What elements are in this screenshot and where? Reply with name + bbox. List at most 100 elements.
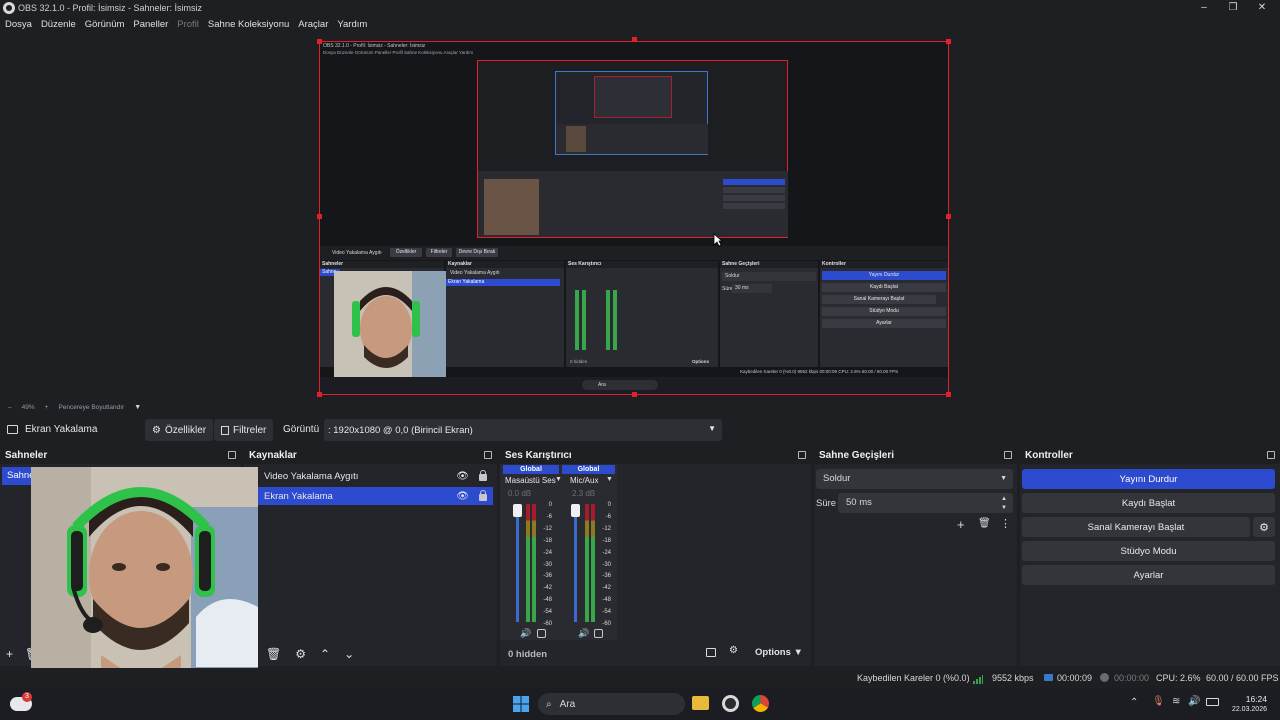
more-options-icon[interactable]: ⋮ (1000, 517, 1011, 530)
battery-icon[interactable] (1206, 698, 1219, 706)
volume-slider-track[interactable] (516, 504, 519, 622)
mute-speaker-icon[interactable]: 🔊 (520, 628, 531, 639)
chrome-icon[interactable] (752, 695, 769, 712)
maximize-button[interactable]: ❐ (1218, 0, 1248, 15)
zoom-out-button[interactable]: – (8, 404, 12, 411)
transitions-title: Sahne Geçişleri (819, 450, 895, 461)
menu-gorunum[interactable]: Görünüm (85, 19, 125, 30)
clock-date[interactable]: 22.03.2026 (1227, 706, 1267, 713)
rotate-handle[interactable] (632, 37, 637, 42)
chevron-down-icon[interactable]: ▼ (606, 476, 613, 483)
resize-handle[interactable] (946, 214, 951, 219)
source-properties-gear-icon[interactable]: ⚙ (295, 647, 306, 661)
meter-scale-tick: -42 (602, 585, 611, 592)
speaker-icon[interactable]: 🔊 (1188, 696, 1200, 707)
start-virtual-camera-button[interactable]: Sanal Kamerayı Başlat (1022, 517, 1250, 537)
channel-db: 2.3 dB (572, 489, 596, 498)
channel-name[interactable]: Masaüstü Ses (505, 476, 556, 485)
duration-spinbox[interactable]: 50 ms ▲ ▼ (838, 493, 1013, 513)
obs-taskbar-icon[interactable] (722, 695, 739, 712)
undock-icon[interactable] (798, 451, 806, 459)
chevron-down-icon[interactable]: ▼ (555, 476, 562, 483)
move-down-button[interactable]: ⌄ (344, 647, 354, 661)
volume-slider-track[interactable] (574, 504, 577, 622)
remove-source-button[interactable]: 🗑 (266, 647, 281, 661)
eye-icon[interactable]: 👁 (456, 491, 469, 502)
volume-slider-handle[interactable] (571, 504, 580, 517)
start-recording-button[interactable]: Kaydı Başlat (1022, 493, 1275, 513)
resize-handle[interactable] (632, 392, 637, 397)
transition-select[interactable]: Soldur ▼ (816, 469, 1013, 489)
chevron-up-icon[interactable]: ⌃ (1130, 697, 1138, 708)
resize-handle[interactable] (946, 39, 951, 44)
gear-icon: ⚙ (152, 424, 161, 436)
meter-scale-tick: -12 (543, 525, 552, 532)
channel-settings-icon[interactable] (594, 629, 603, 638)
menu-araclar[interactable]: Araçlar (298, 19, 328, 30)
clock-time[interactable]: 16:24 (1227, 694, 1267, 704)
menu-paneller[interactable]: Paneller (133, 19, 168, 30)
meter-scale-tick: -30 (543, 561, 552, 568)
move-up-button[interactable]: ⌃ (320, 647, 330, 661)
stop-streaming-button[interactable]: Yayını Durdur (1022, 469, 1275, 489)
channel-name[interactable]: Mic/Aux (570, 476, 598, 485)
channel-group-label: Global (562, 465, 615, 474)
mixer-advanced-gear-icon[interactable]: ⚙ (729, 645, 738, 656)
lock-icon[interactable] (479, 490, 487, 501)
volume-slider-handle[interactable] (513, 504, 522, 517)
zoom-mode[interactable]: Pencereye Boyutlandır (58, 404, 124, 411)
source-item-screen-capture[interactable]: Ekran Yakalama 👁 (244, 487, 493, 505)
minimize-button[interactable]: – (1189, 0, 1219, 15)
settings-button[interactable]: Ayarlar (1022, 565, 1275, 585)
fps-counter: 60.00 / 60.00 FPS (1206, 673, 1279, 683)
resize-handle[interactable] (946, 392, 951, 397)
menu-profil[interactable]: Profil (177, 19, 199, 30)
mixer-title: Ses Karıştırıcı (505, 450, 572, 461)
taskbar-search-input[interactable]: ⌕ Ara (538, 693, 685, 715)
source-item-video-capture[interactable]: Video Yakalama Aygıtı 👁 (244, 467, 493, 485)
meter-scale-tick: -18 (602, 537, 611, 544)
zoom-in-button[interactable]: + (45, 404, 49, 411)
mixer-layout-icon[interactable] (706, 648, 716, 657)
resize-handle[interactable] (317, 214, 322, 219)
add-transition-button[interactable]: + (957, 517, 965, 532)
meter-scale-tick: -42 (543, 585, 552, 592)
resize-handle[interactable] (317, 39, 322, 44)
streaming-icon (1044, 674, 1053, 681)
eye-icon[interactable]: 👁 (456, 471, 469, 482)
virtual-camera-gear-icon[interactable]: ⚙ (1253, 517, 1275, 537)
undock-icon[interactable] (1004, 451, 1012, 459)
resize-handle[interactable] (317, 392, 322, 397)
windows-start-icon[interactable] (513, 696, 529, 712)
audio-meter (526, 504, 530, 622)
menu-duzenle[interactable]: Düzenle (41, 19, 76, 30)
screen-capture-preview[interactable]: OBS 32.1.0 - Profil: İsimsiz - Sahneler:… (319, 41, 949, 395)
display-select[interactable]: : 1920x1080 @ 0,0 (Birincil Ekran) ▼ (324, 419, 722, 441)
properties-button[interactable]: ⚙ Özellikler (145, 419, 214, 441)
microphone-icon[interactable]: 🎙 (1152, 696, 1165, 707)
channel-settings-icon[interactable] (537, 629, 546, 638)
menu-sahne-koleksiyonu[interactable]: Sahne Koleksiyonu (208, 19, 289, 30)
mute-speaker-icon[interactable]: 🔊 (578, 628, 589, 639)
mini-sources-dock (446, 261, 564, 367)
add-scene-button[interactable]: + (6, 647, 13, 661)
undock-icon[interactable] (484, 451, 492, 459)
menu-yardim[interactable]: Yardım (337, 19, 367, 30)
meter-scale-tick: -48 (602, 597, 611, 604)
meter-scale-tick: -48 (543, 597, 552, 604)
close-button[interactable]: ✕ (1247, 0, 1277, 15)
chevron-down-icon[interactable]: ▼ (1001, 498, 1007, 518)
file-explorer-icon[interactable] (692, 696, 709, 710)
menu-dosya[interactable]: Dosya (5, 19, 32, 30)
filters-button[interactable]: Filtreler (214, 419, 274, 441)
chevron-down-icon[interactable]: ▼ (134, 404, 141, 411)
hidden-count[interactable]: 0 hidden (508, 649, 547, 660)
undock-icon[interactable] (228, 451, 236, 459)
lock-icon[interactable] (479, 470, 487, 481)
studio-mode-button[interactable]: Stüdyo Modu (1022, 541, 1275, 561)
windows-taskbar: 3 ⌕ Ara ⌃ 🎙 ≋ 🔊 16:24 22.03.2026 (0, 688, 1280, 720)
wifi-icon[interactable]: ≋ (1172, 696, 1180, 707)
options-button[interactable]: Options ▼ (755, 647, 803, 658)
remove-transition-button[interactable]: 🗑 (978, 518, 991, 529)
undock-icon[interactable] (1267, 451, 1275, 459)
